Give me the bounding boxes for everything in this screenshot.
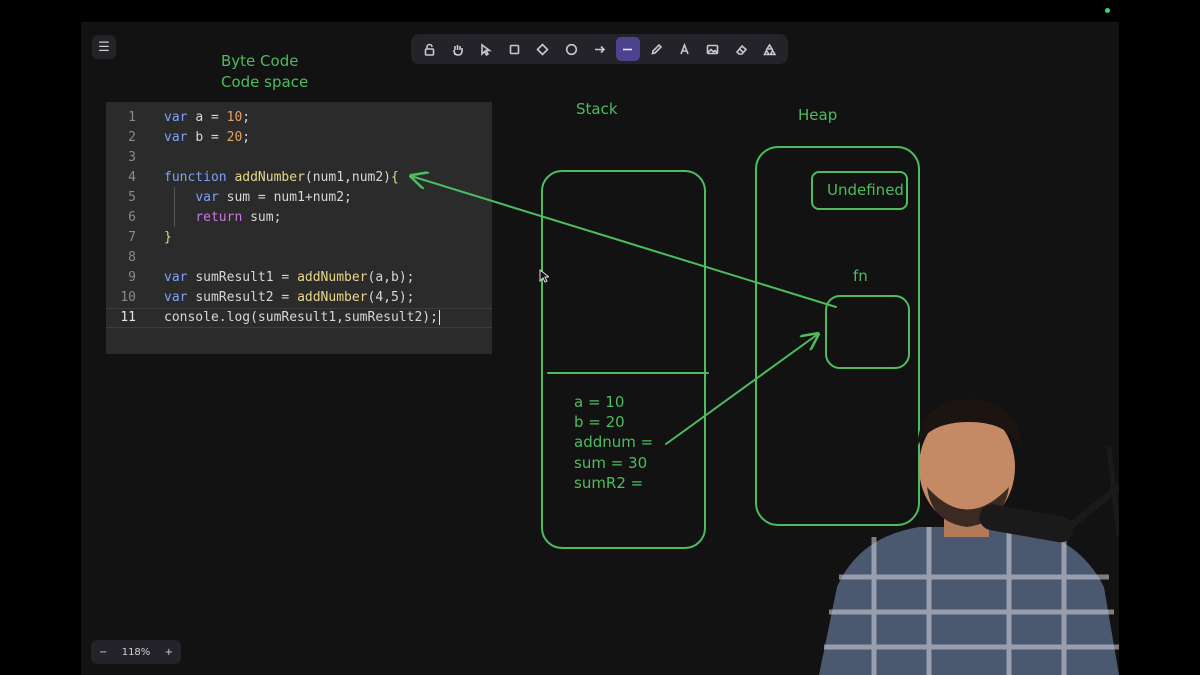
stack-var-sumr2: sumR2 =: [574, 474, 644, 492]
stack-label: Stack: [576, 100, 618, 118]
stack-var-sum: sum = 30: [574, 454, 648, 472]
shirt-shape: [819, 527, 1119, 675]
stack-var-a: a = 10: [574, 393, 625, 411]
heap-label: Heap: [798, 106, 838, 124]
zoom-level[interactable]: 118%: [122, 647, 151, 658]
zoom-out-button[interactable]: −: [99, 647, 107, 658]
zoom-in-button[interactable]: +: [165, 647, 173, 658]
presenter-webcam: [819, 399, 1119, 675]
stack-var-addnum: addnum =: [574, 433, 654, 451]
heap-to-function-arrow: [411, 176, 837, 308]
stack-var-b: b = 20: [574, 413, 625, 431]
fn-box: [825, 295, 910, 369]
mic-arm-shape: [1066, 484, 1119, 530]
undefined-label: Undefined: [827, 181, 904, 199]
whiteboard-canvas[interactable]: ☰ Byte Code Code space 1 var a = 10; 2 var …: [81, 22, 1119, 675]
addnum-to-fn-arrow: [665, 334, 818, 445]
mouse-cursor-icon: [539, 269, 549, 283]
zoom-control: − 118% +: [91, 640, 181, 664]
status-indicator-dot: [1105, 8, 1110, 13]
fn-label: fn: [853, 267, 868, 285]
